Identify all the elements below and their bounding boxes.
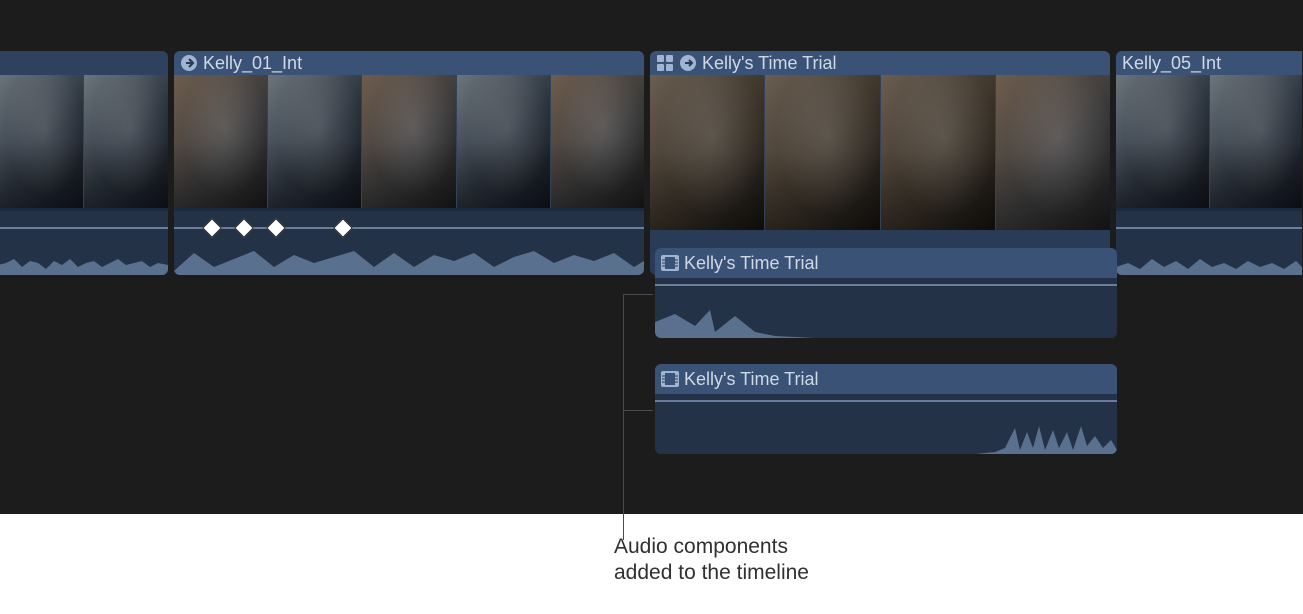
clip-thumbnails — [174, 75, 644, 208]
audio-waveform — [174, 241, 644, 275]
through-edit-icon — [679, 54, 697, 72]
compound-clip-kellys-time-trial[interactable]: Kelly's Time Trial — [650, 51, 1110, 275]
callout-line — [623, 410, 653, 411]
clip-audio-lane[interactable] — [174, 211, 644, 275]
audio-component-clip[interactable]: Kelly's Time Trial — [655, 364, 1117, 454]
thumbnail — [84, 75, 169, 208]
clip-title-bar: Kelly_01_Int — [174, 51, 644, 75]
audio-keyframe[interactable] — [234, 218, 254, 238]
video-clip-kelly-05-int[interactable]: Kelly_05_Int — [1116, 51, 1302, 275]
audio-component-lane[interactable] — [655, 278, 1117, 338]
clip-audio-lane[interactable] — [0, 211, 168, 275]
clip-title-label: Kelly_05_Int — [1122, 53, 1221, 74]
audio-level-line[interactable] — [0, 227, 168, 229]
thumbnail — [881, 75, 995, 230]
primary-storyline: Kelly_01_Int — [0, 51, 1303, 275]
video-clip[interactable] — [0, 51, 168, 275]
thumbnail — [174, 75, 267, 208]
audio-waveform — [655, 420, 1117, 454]
audio-waveform — [0, 241, 168, 275]
thumbnail — [1116, 75, 1209, 208]
clip-title-label: Kelly's Time Trial — [684, 253, 818, 274]
clip-title-label: Kelly's Time Trial — [684, 369, 818, 390]
timeline-padding-top — [0, 0, 1303, 51]
clip-title-bar: Kelly's Time Trial — [655, 364, 1117, 394]
audio-component-lane[interactable] — [655, 394, 1117, 454]
audio-keyframe[interactable] — [333, 218, 353, 238]
thumbnail — [650, 75, 764, 230]
video-clip-kelly-01-int[interactable]: Kelly_01_Int — [174, 51, 644, 275]
annotation-line: Audio components — [614, 534, 809, 560]
callout-line — [623, 294, 624, 540]
audio-level-line[interactable] — [655, 284, 1117, 286]
filmstrip-icon — [661, 254, 679, 272]
audio-component-clip[interactable]: Kelly's Time Trial — [655, 248, 1117, 338]
annotation-line: added to the timeline — [614, 560, 809, 586]
annotation-caption: Audio components added to the timeline — [614, 534, 809, 587]
multicam-icon — [656, 54, 674, 72]
filmstrip-icon — [661, 370, 679, 388]
thumbnail — [457, 75, 550, 208]
timeline[interactable]: Kelly_01_Int — [0, 0, 1303, 514]
clip-title-label: Kelly's Time Trial — [702, 53, 836, 74]
clip-title-bar: Kelly_05_Int — [1116, 51, 1302, 75]
audio-level-line[interactable] — [1116, 227, 1302, 229]
clip-audio-lane[interactable] — [1116, 211, 1302, 275]
thumbnail — [268, 75, 361, 208]
thumbnail — [765, 75, 879, 230]
clip-title-label: Kelly_01_Int — [203, 53, 302, 74]
audio-level-line[interactable] — [655, 400, 1117, 402]
audio-keyframe[interactable] — [202, 218, 222, 238]
thumbnail — [362, 75, 455, 208]
clip-title-bar: Kelly's Time Trial — [655, 248, 1117, 278]
audio-keyframe[interactable] — [266, 218, 286, 238]
clip-title-bar: Kelly's Time Trial — [650, 51, 1110, 75]
thumbnail — [0, 75, 83, 208]
thumbnail — [1210, 75, 1303, 208]
through-edit-icon — [180, 54, 198, 72]
thumbnail — [996, 75, 1110, 230]
thumbnail — [551, 75, 644, 208]
callout-line — [623, 294, 653, 295]
audio-waveform — [1116, 241, 1302, 275]
clip-title-bar — [0, 51, 168, 75]
clip-thumbnails — [0, 75, 168, 208]
audio-waveform — [655, 304, 1117, 338]
clip-thumbnails — [1116, 75, 1302, 208]
clip-thumbnails — [650, 75, 1110, 230]
